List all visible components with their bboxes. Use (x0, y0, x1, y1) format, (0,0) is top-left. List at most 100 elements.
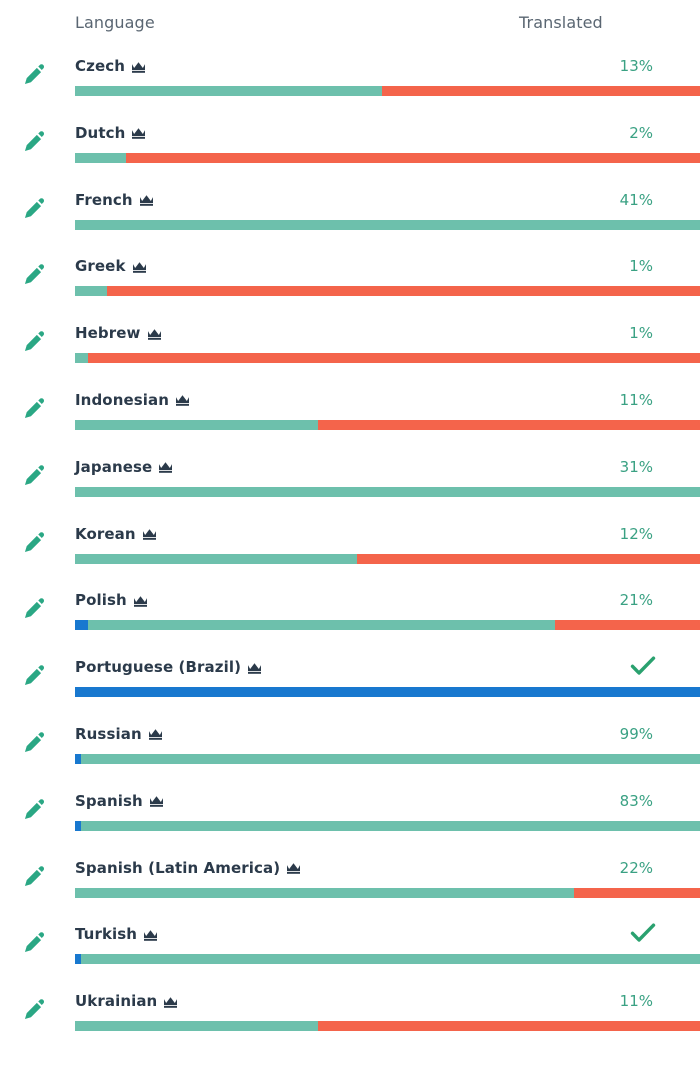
language-name: Spanish (Latin America) (75, 859, 280, 877)
progress-segment-approved (75, 620, 88, 630)
translated-percent: 31% (620, 458, 653, 476)
language-name: Polish (75, 591, 127, 609)
crown-icon (163, 996, 178, 1009)
pencil-icon[interactable] (21, 327, 49, 355)
language-name: Turkish (75, 925, 137, 943)
table-row: Dutch 2% (0, 113, 700, 180)
progress-bar (75, 420, 700, 430)
progress-segment-untranslated (318, 420, 700, 430)
crown-icon (158, 461, 173, 474)
progress-segment-untranslated (318, 1021, 700, 1031)
progress-bar (75, 487, 700, 497)
language-label[interactable]: Czech (75, 57, 146, 75)
table-row: Russian99% (0, 714, 700, 781)
translated-percent: 1% (629, 257, 653, 275)
progress-bar (75, 888, 700, 898)
pencil-icon[interactable] (21, 862, 49, 890)
language-label[interactable]: Japanese (75, 458, 173, 476)
progress-segment-translated (75, 353, 88, 363)
pencil-icon[interactable] (21, 528, 49, 556)
progress-bar (75, 286, 700, 296)
progress-segment-translated (75, 554, 357, 564)
check-icon (630, 654, 656, 678)
progress-segment-untranslated (107, 286, 700, 296)
language-progress-table: Language Translated Czech13% Dutch 2% Frenc… (0, 0, 700, 1074)
language-label[interactable]: Ukrainian (75, 992, 178, 1010)
crown-icon (133, 595, 148, 608)
progress-segment-untranslated (88, 353, 700, 363)
progress-segment-translated (75, 220, 700, 230)
table-row: Spanish 83% (0, 781, 700, 848)
progress-segment-untranslated (357, 554, 700, 564)
progress-bar (75, 687, 700, 697)
language-name: Korean (75, 525, 136, 543)
pencil-icon[interactable] (21, 795, 49, 823)
language-name: Spanish (75, 792, 143, 810)
translated-percent: 2% (629, 124, 653, 142)
table-header: Language Translated (0, 0, 700, 46)
crown-icon (175, 394, 190, 407)
language-label[interactable]: Spanish (Latin America) (75, 859, 301, 877)
progress-bar (75, 1021, 700, 1031)
crown-icon (131, 61, 146, 74)
crown-icon (139, 194, 154, 207)
translated-percent: 21% (620, 591, 653, 609)
translated-percent: 11% (620, 391, 653, 409)
language-label[interactable]: Dutch (75, 124, 146, 142)
crown-icon (147, 328, 162, 341)
language-label[interactable]: Hebrew (75, 324, 162, 342)
crown-icon (286, 862, 301, 875)
pencil-icon[interactable] (21, 194, 49, 222)
progress-segment-translated (75, 420, 318, 430)
progress-segment-translated (75, 888, 574, 898)
language-label[interactable]: Polish (75, 591, 148, 609)
pencil-icon[interactable] (21, 928, 49, 956)
language-label[interactable]: Greek (75, 257, 147, 275)
table-row: Czech13% (0, 46, 700, 113)
progress-segment-translated (81, 821, 700, 831)
table-row: Portuguese (Brazil) (0, 647, 700, 714)
pencil-icon[interactable] (21, 461, 49, 489)
progress-segment-translated (75, 286, 107, 296)
table-row: French41% (0, 180, 700, 247)
table-row: Hebrew1% (0, 313, 700, 380)
language-name: Japanese (75, 458, 152, 476)
progress-segment-untranslated (555, 620, 700, 630)
pencil-icon[interactable] (21, 594, 49, 622)
column-header-translated: Translated (519, 13, 603, 32)
progress-bar (75, 821, 700, 831)
language-label[interactable]: Spanish (75, 792, 164, 810)
progress-bar (75, 954, 700, 964)
language-name: Russian (75, 725, 142, 743)
translated-percent: 11% (620, 992, 653, 1010)
language-label[interactable]: Portuguese (Brazil) (75, 658, 262, 676)
pencil-icon[interactable] (21, 661, 49, 689)
pencil-icon[interactable] (21, 60, 49, 88)
pencil-icon[interactable] (21, 995, 49, 1023)
table-row: Turkish (0, 914, 700, 981)
progress-bar (75, 220, 700, 230)
crown-icon (149, 795, 164, 808)
progress-bar (75, 86, 700, 96)
language-label[interactable]: Korean (75, 525, 157, 543)
pencil-icon[interactable] (21, 260, 49, 288)
pencil-icon[interactable] (21, 127, 49, 155)
translated-percent: 83% (620, 792, 653, 810)
progress-bar (75, 754, 700, 764)
language-label[interactable]: French (75, 191, 154, 209)
progress-segment-approved (75, 687, 700, 697)
progress-segment-translated (75, 1021, 318, 1031)
language-label[interactable]: Russian (75, 725, 163, 743)
pencil-icon[interactable] (21, 728, 49, 756)
table-row: Greek 1% (0, 246, 700, 313)
language-name: Czech (75, 57, 125, 75)
pencil-icon[interactable] (21, 394, 49, 422)
language-name: Ukrainian (75, 992, 157, 1010)
language-label[interactable]: Turkish (75, 925, 158, 943)
language-label[interactable]: Indonesian (75, 391, 190, 409)
language-name: French (75, 191, 133, 209)
progress-segment-translated (75, 487, 700, 497)
table-row: Japanese 31% (0, 447, 700, 514)
crown-icon (142, 528, 157, 541)
table-row: Spanish (Latin America)22% (0, 848, 700, 915)
